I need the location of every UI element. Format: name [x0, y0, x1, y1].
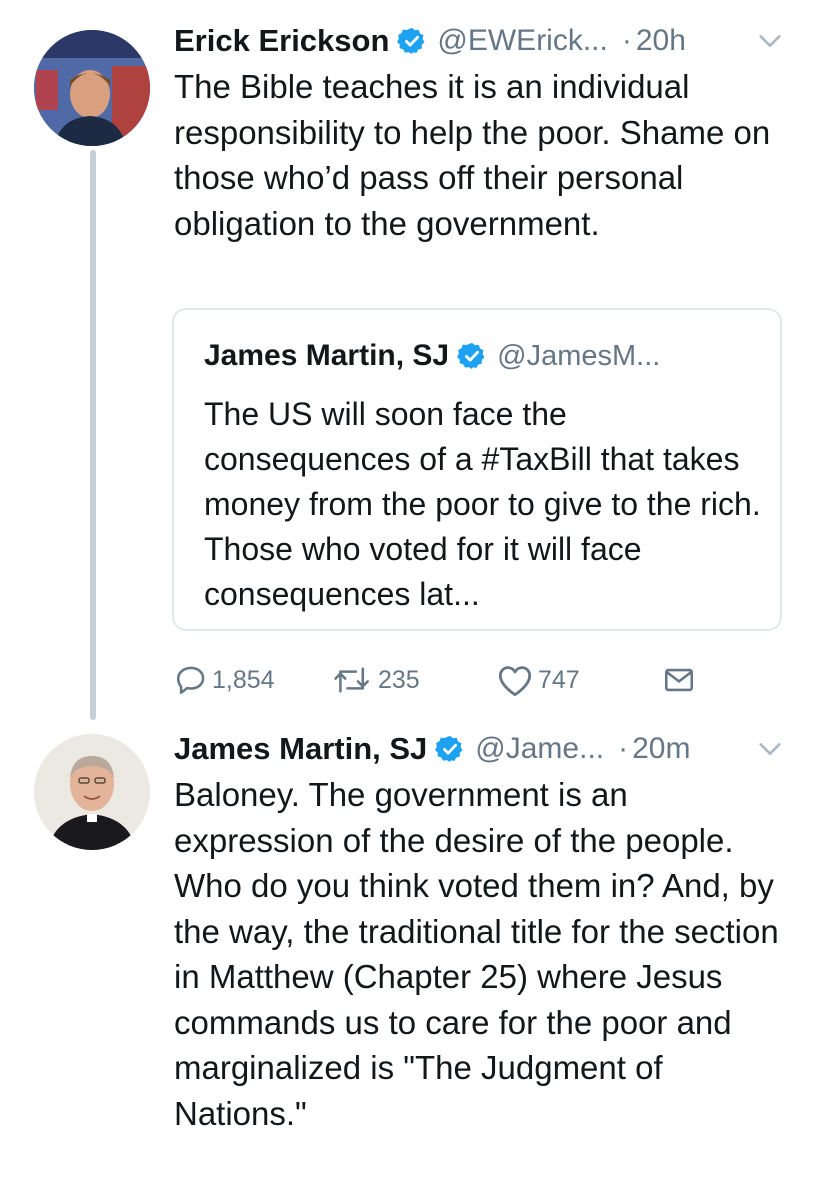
like-button[interactable]: 747: [496, 660, 580, 700]
priest-portrait-avatar-icon: [34, 734, 150, 850]
retweet-button[interactable]: 235: [332, 660, 420, 700]
reply-button[interactable]: 1,854: [174, 660, 275, 700]
verified-badge-icon: [397, 27, 425, 55]
quoted-tweet-body: The US will soon face the consequences o…: [204, 396, 761, 612]
tweet-header: James Martin, SJ @Jame... · 20m: [174, 724, 784, 774]
magazine-cover-avatar-icon: [34, 30, 150, 146]
quoted-author-name: James Martin, SJ: [204, 339, 450, 372]
quoted-author-handle: @JamesM...: [497, 339, 661, 372]
like-count: 747: [538, 665, 580, 694]
chevron-down-icon[interactable]: [756, 735, 784, 763]
tweet-timestamp[interactable]: 20m: [632, 732, 690, 766]
reply-count: 1,854: [212, 665, 275, 694]
verified-badge-icon: [457, 342, 485, 370]
retweet-icon: [334, 667, 369, 693]
quoted-tweet-card[interactable]: James Martin, SJ @JamesM... The US will …: [172, 308, 782, 631]
thread-connector-line: [90, 150, 96, 720]
separator-dot: ·: [621, 24, 632, 57]
verified-badge-icon: [435, 735, 463, 763]
reply-icon: [176, 666, 205, 695]
tweet-header: Erick Erickson @EWErick... · 20h: [174, 16, 784, 66]
retweet-count: 235: [378, 665, 420, 694]
avatar[interactable]: [34, 734, 150, 850]
quoted-tweet-header: James Martin, SJ @JamesM...: [204, 334, 660, 378]
avatar[interactable]: [34, 30, 150, 146]
author-handle[interactable]: @EWErick...: [437, 24, 607, 58]
author-handle[interactable]: @Jame...: [475, 732, 604, 766]
tweet-body: The Bible teaches it is an individual re…: [174, 68, 771, 242]
separator-dot: ·: [618, 732, 629, 765]
heart-icon: [498, 666, 532, 697]
chevron-down-icon[interactable]: [756, 27, 784, 55]
tweet-body: Baloney. The government is an expression…: [174, 776, 779, 1132]
direct-message-button[interactable]: [662, 660, 696, 700]
envelope-icon: [664, 668, 694, 692]
author-name[interactable]: James Martin, SJ: [174, 731, 427, 767]
tweet-action-bar: 1,854 235 747: [174, 660, 734, 700]
author-name[interactable]: Erick Erickson: [174, 23, 389, 59]
tweet-timestamp[interactable]: 20h: [636, 24, 686, 58]
